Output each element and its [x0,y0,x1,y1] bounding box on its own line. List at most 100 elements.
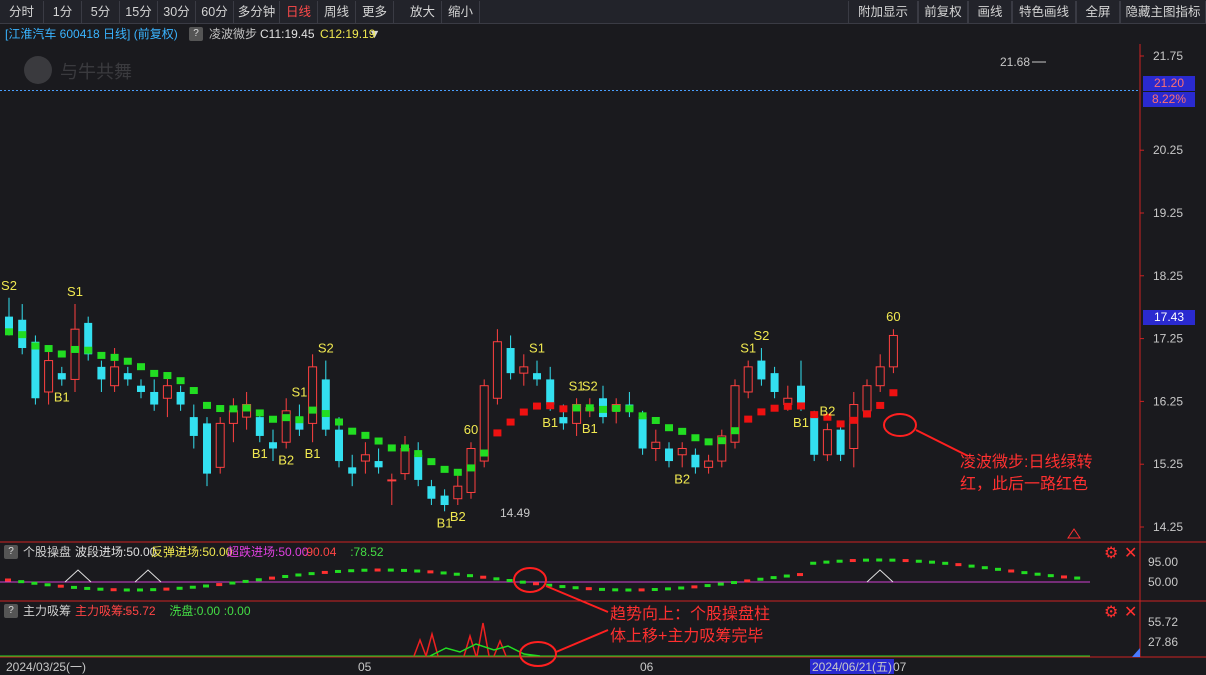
wave-step-block [849,416,858,424]
wave-step-block [717,437,726,445]
signal-label: B1 [54,390,70,405]
date-label: 2024/06/21(五) [812,660,892,674]
wave-step-block [255,409,264,417]
candle-body-down [836,429,845,455]
sub1-mark [612,588,619,592]
wave-step-block [18,331,27,339]
sub2-peak [463,633,477,657]
price-tick-label: 18.25 [1153,269,1183,283]
signal-label: S1 [291,385,307,400]
candle-body-down [797,385,805,405]
signal-label: B2 [278,453,294,468]
price-tick-label: 16.25 [1153,394,1183,408]
signal-label: B1 [305,446,321,461]
candle-body-up [862,385,872,412]
sub1-mark [57,584,64,588]
wave-step-block [440,465,449,473]
sub1-tick-label: 95.00 [1148,555,1178,569]
sub1-mark [638,588,645,592]
candle-body-up [110,366,120,387]
wave-step-block [744,415,753,423]
sub1-mark [480,575,487,579]
wave-step-block [189,387,198,395]
date-label: 07 [893,660,907,674]
help-icon[interactable]: ? [4,545,18,559]
candle-body-down [533,373,541,380]
candle-body-up [228,410,238,424]
candle-body-down [31,341,40,399]
sub1-mark [467,574,473,578]
candle-body-down [665,448,673,462]
signal-label: B1 [793,415,809,430]
sub1-mark [440,571,447,575]
sub1-peak-mark [866,569,894,583]
sub2-tick-label: 55.72 [1148,615,1178,629]
sub1-mark [31,581,38,585]
sub1-mark [84,586,91,590]
sub1-mark [321,570,328,574]
candle-body-down [638,417,647,449]
trend-note: 趋势向上：个股操盘柱 体上移+主力吸筹完毕 [610,606,771,645]
sub1-tick-label: 50.00 [1148,575,1178,589]
candle-body-down [203,423,211,474]
signal-label: 60 [464,422,478,437]
sub1-mark [519,580,526,584]
wave-step-block [203,401,211,409]
wave-step-block [453,468,462,476]
candle-body-up [849,404,859,450]
sub1-peak-mark [64,569,92,583]
wave-step-block [797,402,805,410]
wave-step-block [44,345,53,353]
candle-body-down [440,495,449,506]
sub2-name[interactable]: 主力吸筹 [23,602,71,620]
sub1-name[interactable]: 个股操盘 [23,543,71,561]
signal-label: S1 [67,284,83,299]
wave-step-block [519,408,528,416]
wave-step-block [863,410,871,418]
candle-body-down [123,373,132,380]
wave-step-block [612,404,621,412]
signal-label: S2 [318,341,334,356]
wave-step-block [691,434,700,442]
wave-step-block [97,351,106,359]
sub1-mark [348,569,355,573]
signal-label: S1 [529,341,545,356]
date-label: 06 [640,660,654,674]
watermark: 与牛共舞 [60,62,132,82]
sub1-mark [427,570,434,574]
sub1-mark [955,563,962,567]
sub1-mark [995,567,1001,571]
help-icon[interactable]: ? [4,604,18,618]
sub2-bar-item-1: :55.72 [122,604,156,618]
wave-step-block [321,410,330,418]
wave-step-block [599,405,607,413]
sub1-mark [242,579,249,583]
cursor-price-tag: 17.43 [1143,310,1195,325]
sub1-mark [717,582,724,586]
signal-label: B2 [450,509,466,524]
candle-body-up [519,366,529,374]
wave-step-block [889,389,898,397]
price-tick-label: 17.25 [1153,332,1183,346]
sub1-mark [71,585,77,589]
sub1-mark [374,568,381,572]
kline-chart[interactable]: 21.75 20.25 19.25 18.25 17.25 16.25 15.25 14.25… [0,0,1206,675]
sub2-peak [413,637,427,657]
high-label: 21.68 [1000,55,1030,69]
sub1-mark [783,574,790,578]
sub1-mark [981,566,988,570]
candle-body-up [875,366,885,387]
signal-label: B1 [252,446,268,461]
sub2-bar-item-2: 洗盘:0.00 [169,604,221,618]
wave-step-block [137,363,145,371]
current-pct-tag: 8.22% [1143,92,1195,107]
candle-body-up [400,448,410,475]
wave-step-block [71,345,79,353]
highlight-ellipse [883,413,917,437]
wave-step-block [572,404,581,412]
sub1-mark [203,584,209,588]
wave-step-block [5,328,13,336]
signal-label: S2 [753,328,769,343]
sub1-mark [731,581,737,585]
candle-body-down [176,391,185,405]
